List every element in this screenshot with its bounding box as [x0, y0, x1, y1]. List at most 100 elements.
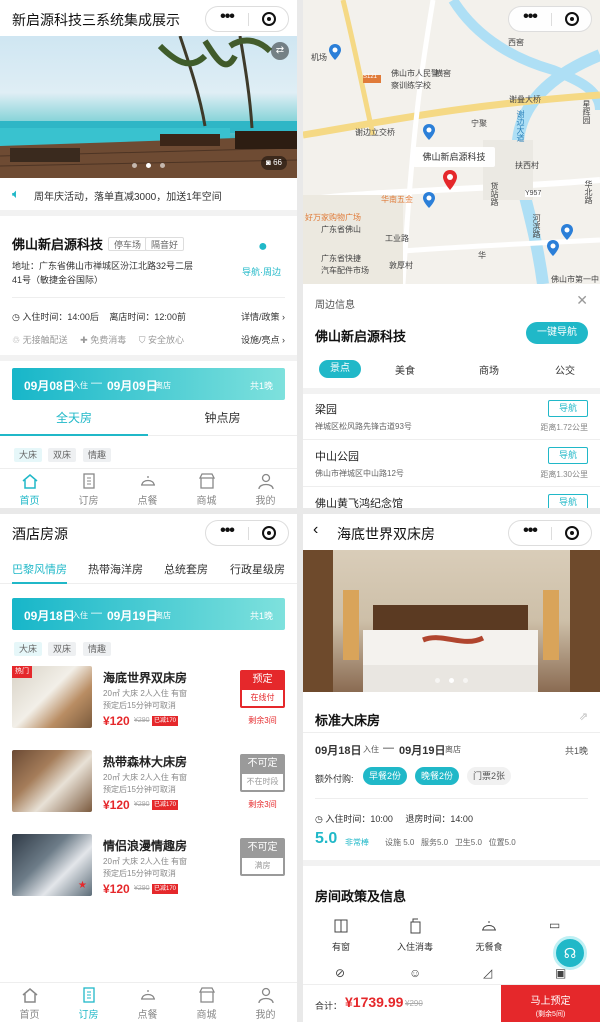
category-mall[interactable]: 商场	[479, 362, 499, 377]
hero-image[interactable]: ⇄ ◙ 66	[0, 36, 297, 178]
tabbar-profile[interactable]: 我的	[236, 983, 295, 1022]
close-icon[interactable]	[262, 12, 276, 26]
hotel-name: 佛山新启源科技	[12, 237, 104, 252]
nav-button[interactable]: 导航	[548, 400, 588, 417]
speaker-icon: 🔈︎	[12, 186, 20, 201]
tab-paris[interactable]: 巴黎风情房	[12, 561, 67, 584]
list-item[interactable]: 梁园 禅城区松风路先锋古道93号 导航 距离1.72公里	[303, 394, 600, 440]
cancel-policy: 预定后15分钟可取消	[103, 701, 176, 710]
building-icon	[83, 987, 95, 1003]
tab-hourly[interactable]: 钟点房	[148, 404, 297, 436]
store-icon	[198, 473, 216, 489]
list-item[interactable]: 佛山黄飞鸿纪念馆 导航	[303, 488, 600, 508]
tab-presidential[interactable]: 总统套房	[164, 561, 208, 577]
share-icon[interactable]: ⇗	[579, 710, 588, 723]
area-icon: ◿	[483, 966, 493, 980]
tab-full-day[interactable]: 全天房	[0, 404, 148, 436]
map-label: 华北路	[584, 180, 593, 204]
more-icon[interactable]: •••	[509, 521, 551, 545]
filter-chip-big-bed[interactable]: 大床	[14, 448, 43, 462]
map-label: 星辉园	[582, 100, 591, 124]
close-icon[interactable]	[262, 526, 276, 540]
tab-tropical[interactable]: 热带海洋房	[88, 561, 143, 577]
more-icon[interactable]: •••	[206, 7, 248, 31]
tabbar-booking[interactable]: 订房	[59, 469, 118, 508]
facility-link[interactable]: 设施/亮点 ›	[241, 333, 285, 346]
book-button[interactable]: 预定 在线付	[240, 670, 285, 708]
map-label: 扶西村	[515, 161, 539, 170]
back-arrow-icon[interactable]: ‹	[313, 521, 318, 539]
tab-executive[interactable]: 行政星级房	[230, 561, 285, 577]
date-banner[interactable]: 09月08日 入住 — 09月09日 离店 共1晚	[12, 368, 285, 400]
policy-section-title: 房间政策及信息	[315, 889, 407, 904]
book-button[interactable]: 不可定 满房	[240, 838, 285, 876]
book-button[interactable]: 不可定 不在时段	[240, 754, 285, 792]
date-row[interactable]: 09月18日 入住 — 09月19日 离店 共1晚	[315, 742, 588, 758]
tabbar-home[interactable]: 首页	[0, 469, 59, 508]
map-pin-blue-icon[interactable]	[423, 192, 435, 208]
close-icon[interactable]: ✕	[576, 292, 588, 309]
map-callout[interactable]: 佛山新启源科技	[413, 147, 495, 167]
map-label: 谢叠大桥	[509, 95, 541, 104]
filter-chip-twin[interactable]: 双床	[48, 642, 77, 656]
filter-chip-twin[interactable]: 双床	[48, 448, 77, 462]
room-specs: 20㎡ 大床 2人入住 有窗	[103, 857, 188, 866]
filter-chip-theme[interactable]: 情趣	[83, 642, 112, 656]
nav-button[interactable]: 导航	[548, 494, 588, 508]
mini-program-capsule[interactable]: •••	[508, 6, 592, 32]
total-label: 合计：	[315, 1001, 343, 1011]
tabbar-dining[interactable]: 点餐	[118, 983, 177, 1022]
room-card[interactable]: 热带森林大床房 20㎡ 大床 2人入住 有窗 预定后15分钟可取消 ¥120 ¥…	[0, 750, 297, 832]
one-click-nav-button[interactable]: 一键导航	[526, 322, 588, 344]
book-now-button[interactable]: 马上预定 (剩余5间)	[501, 985, 600, 1022]
map-pin-blue-icon[interactable]	[561, 224, 573, 240]
room-specs: 20㎡ 大床 2人入住 有窗	[103, 689, 188, 698]
tabbar-mall[interactable]: 商城	[177, 469, 236, 508]
extra-breakfast-chip[interactable]: 早餐2份	[363, 767, 407, 785]
room-card[interactable]: ★ 情侣浪漫情趣房 20㎡ 大床 2人入住 有窗 预定后15分钟可取消 ¥120…	[0, 834, 297, 916]
map-pin-blue-icon[interactable]	[547, 240, 559, 256]
more-icon[interactable]: •••	[206, 521, 248, 545]
list-item[interactable]: 中山公园 佛山市禅城区中山路12号 导航 距离1.30公里	[303, 441, 600, 487]
mini-program-capsule[interactable]: •••	[205, 520, 289, 546]
nav-button[interactable]: 导航	[548, 447, 588, 464]
map-view[interactable]: 佛山市人民警 察训练学校 西窖 横窖 谢叠大桥 机场 谢边立交桥 宁聚 扶西村 …	[303, 0, 600, 295]
map-pin-blue-icon[interactable]	[423, 124, 435, 140]
date-banner[interactable]: 09月18日 入住 — 09月19日 离店 共1晚	[12, 598, 285, 630]
tabbar-dining[interactable]: 点餐	[118, 469, 177, 508]
extra-dinner-chip[interactable]: 晚餐2份	[415, 767, 459, 785]
filter-chip-theme[interactable]: 情趣	[83, 448, 112, 462]
location-pin-icon[interactable]: ●	[258, 238, 268, 256]
nav-nearby-link[interactable]: 导航·周边	[242, 265, 281, 278]
category-food[interactable]: 美食	[395, 362, 415, 377]
map-pin-blue-icon[interactable]	[329, 44, 341, 60]
extra-ticket-chip[interactable]: 门票2张	[467, 767, 511, 785]
filter-chip-big-bed[interactable]: 大床	[14, 642, 43, 656]
policy-link[interactable]: 详情/政策 ›	[241, 310, 285, 323]
close-icon[interactable]	[565, 526, 579, 540]
notice-bar[interactable]: 🔈︎ 周年庆活动，落单直减3000，加送1年空间	[0, 180, 297, 208]
share-button[interactable]: ⇄	[271, 42, 289, 60]
room-photo[interactable]	[303, 550, 600, 692]
customer-service-button[interactable]: ☊	[553, 936, 587, 970]
room-detail-screen: ‹ 海底世界双床房 ••• 标准大床房 ⇗ 09月18日 入住 — 09月19日…	[303, 514, 600, 1022]
tabbar-mall[interactable]: 商城	[177, 983, 236, 1022]
map-label: 横窖	[435, 69, 451, 78]
photo-count-badge[interactable]: ◙ 66	[261, 156, 287, 170]
rooms-remaining: 剩余3间	[248, 800, 277, 809]
map-pin-red-icon[interactable]	[443, 170, 457, 190]
tabbar-home[interactable]: 首页	[0, 983, 59, 1022]
map-label: 华	[478, 251, 486, 260]
tabbar-profile[interactable]: 我的	[236, 469, 295, 508]
mini-program-capsule[interactable]: •••	[508, 520, 592, 546]
close-icon[interactable]	[565, 12, 579, 26]
category-bus[interactable]: 公交	[555, 362, 575, 377]
page-title: 新启源科技三系统集成展示	[12, 12, 180, 28]
mini-program-capsule[interactable]: •••	[205, 6, 289, 32]
category-scenic[interactable]: 景点	[319, 360, 361, 378]
clock-icon: ◷	[315, 814, 323, 824]
room-thumbnail	[12, 750, 92, 812]
more-icon[interactable]: •••	[509, 7, 551, 31]
tabbar-booking[interactable]: 订房	[59, 983, 118, 1022]
room-card[interactable]: 热门 海底世界双床房 20㎡ 大床 2人入住 有窗 预定后15分钟可取消 ¥12…	[0, 666, 297, 748]
